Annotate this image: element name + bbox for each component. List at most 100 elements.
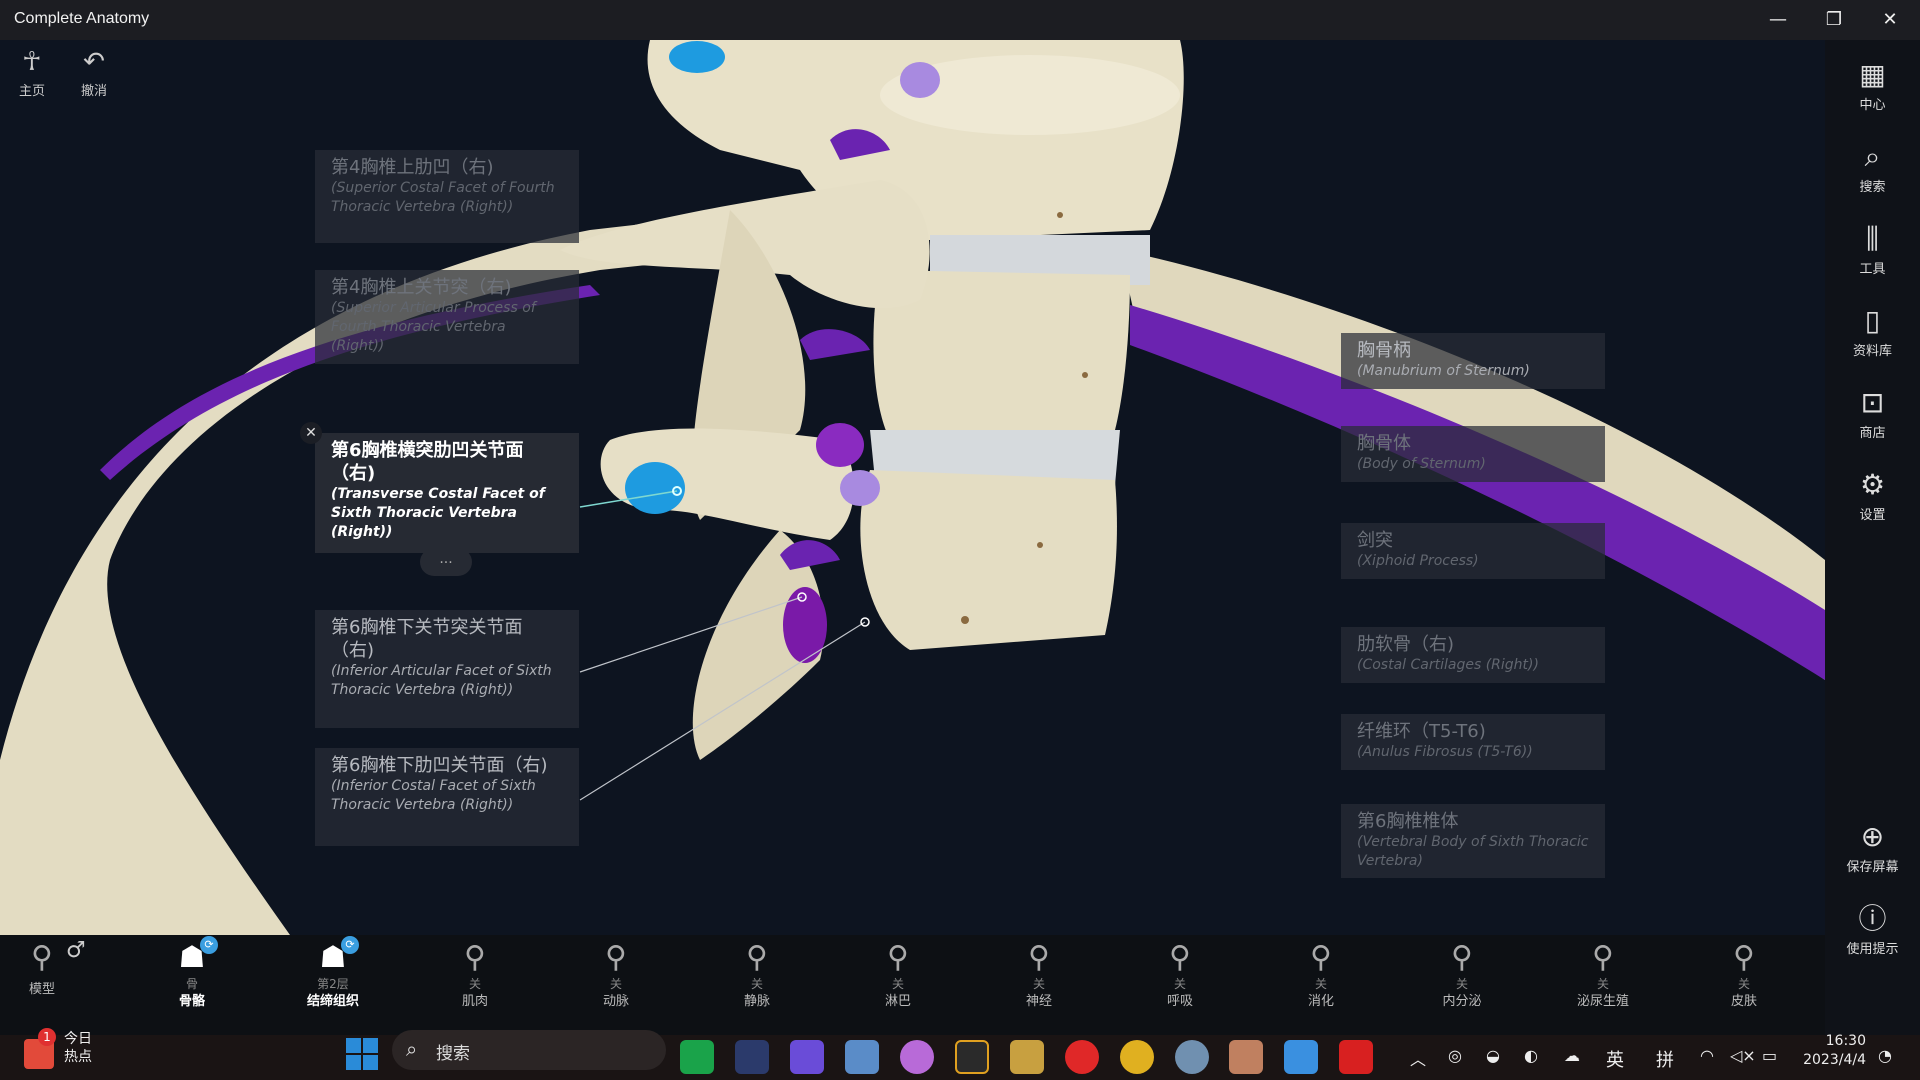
label-zh: 第4胸椎上肋凹（右) [331,157,494,178]
g-app-icon[interactable] [955,1040,989,1074]
center-button[interactable]: ▦ 中心 [1825,58,1920,113]
undo-button[interactable]: ↶ 撤消 [64,44,124,99]
bone-pore [1082,372,1088,378]
3d-viewport[interactable] [0,40,1825,935]
sphere-icon[interactable] [900,1040,934,1074]
layer-veins[interactable]: ⚲ 关 静脉 [717,938,797,1009]
label-inferior-articular-facet-t6[interactable]: 第6胸椎下关节突关节面（右) (Inferior Articular Facet… [315,610,579,728]
home-button[interactable]: ☥ 主页 [2,44,62,99]
layer-muscle[interactable]: ⚲ 关 肌肉 [435,938,515,1009]
label-vertebral-body-t6[interactable]: 第6胸椎椎体 (Vertebral Body of Sixth Thoracic… [1341,804,1605,878]
settings-label: 设置 [1859,508,1886,523]
taskbar-search[interactable]: ⌕ 搜索 [392,1030,666,1070]
news-badge: 1 [38,1028,56,1046]
skin-figure-icon: ⚲ [1733,940,1755,975]
tools-button[interactable]: ⫼ 工具 [1825,222,1920,277]
layer-skeleton[interactable]: ⟳ ☗ 骨 骨骼 [152,936,232,1009]
close-button[interactable]: ✕ [1862,0,1918,40]
green-app-icon[interactable] [680,1040,714,1074]
settings-button[interactable]: ⚙ 设置 [1825,468,1920,523]
label-transverse-costal-facet-t6[interactable]: 第6胸椎横突肋凹关节面（右) (Transverse Costal Facet … [315,433,579,553]
search-button[interactable]: ⌕ 搜索 [1825,140,1920,195]
qq-icon[interactable]: ◐ [1524,1046,1538,1065]
paint-icon[interactable] [1284,1040,1318,1074]
library-icon: ▯ [1864,304,1881,337]
layer-skin[interactable]: ⚲ 关 皮肤 [1704,938,1784,1009]
layer-label: 消化 [1307,994,1334,1009]
label-costal-cartilages[interactable]: 肋软骨（右) (Costal Cartilages (Right)) [1341,627,1605,683]
windows-start-icon[interactable] [346,1038,378,1070]
tips-button[interactable]: ⓘ 使用提示 [1825,902,1920,957]
more-options-button[interactable]: ... [420,548,472,576]
layer-digestive[interactable]: ⚲ 关 消化 [1281,938,1361,1009]
restore-button[interactable]: ❐ [1806,0,1862,40]
label-superior-articular-process-t4[interactable]: 第4胸椎上关节突（右) (Superior Articular Process … [315,270,579,364]
clock-time: 16:30 [1825,1033,1866,1049]
skeleton-figure-icon: ☗ [178,940,206,975]
acrobat-icon[interactable] [1339,1040,1373,1074]
minimize-button[interactable]: — [1750,0,1806,40]
anatomy-model[interactable] [0,40,1825,935]
undo-label: 撤消 [80,84,107,99]
layer-nerves[interactable]: ⚲ 关 神经 [999,938,1079,1009]
search-icon: ⌕ [1864,140,1881,173]
settings-app-icon[interactable] [1175,1040,1209,1074]
label-en: (Inferior Articular Facet of Sixth Thora… [331,663,552,698]
layer-respiratory[interactable]: ⚲ 关 呼吸 [1140,938,1220,1009]
sync-icon: ⟳ [200,936,218,954]
battery-icon[interactable]: ▭ [1762,1046,1777,1065]
lymph-figure-icon: ⚲ [887,940,909,975]
close-label-button[interactable]: ✕ [300,422,322,444]
news-widget[interactable]: 今日 热点 [64,1030,92,1066]
layer-lymph[interactable]: ⚲ 关 淋巴 [858,938,938,1009]
muscle-figure-icon: ⚲ [464,940,486,975]
respiratory-figure-icon: ⚲ [1169,940,1191,975]
league-icon[interactable] [1010,1040,1044,1074]
label-superior-costal-facet-t4[interactable]: 第4胸椎上肋凹（右) (Superior Costal Facet of Fou… [315,150,579,243]
t6-vertebral-body[interactable] [860,470,1117,650]
news-line1: 今日 [64,1031,92,1047]
camera-icon[interactable]: ◎ [1448,1046,1462,1065]
cloud-icon[interactable]: ☁ [1564,1046,1580,1065]
label-xiphoid-process[interactable]: 剑突 (Xiphoid Process) [1341,523,1605,579]
layer-sub: 第2层 [317,977,349,991]
male-symbol-icon[interactable]: ♂ [66,938,86,963]
volume-mute-icon[interactable]: ◁× [1730,1046,1756,1065]
notification-icon[interactable]: ◔ [1878,1046,1892,1065]
layer-urogenital[interactable]: ⚲ 关 泌尿生殖 [1563,938,1643,1009]
shop-button[interactable]: ⊡ 商店 [1825,386,1920,441]
puzzle-icon[interactable] [845,1040,879,1074]
label-en: (Anulus Fibrosus (T5-T6)) [1357,744,1533,760]
cat-icon[interactable]: ◒ [1486,1046,1500,1065]
chrome-icon[interactable] [1120,1040,1154,1074]
layer-connective-tissue[interactable]: ⟳ ☗ 第2层 结缔组织 [293,936,373,1009]
label-manubrium[interactable]: 胸骨柄 (Manubrium of Sternum) [1341,333,1605,389]
clock[interactable]: 16:30 2023/4/4 [1800,1032,1866,1070]
clock-date: 2023/4/4 [1803,1052,1866,1068]
right-toolbar: ▦ 中心 ⌕ 搜索 ⫼ 工具 ▯ 资料库 ⊡ 商店 ⚙ 设置 ⊕ 保存屏幕 ⓘ … [1825,40,1920,1035]
crystal-icon[interactable] [790,1040,824,1074]
label-body-of-sternum[interactable]: 胸骨体 (Body of Sternum) [1341,426,1605,482]
layer-sub: 关 [1314,977,1327,991]
complete-anatomy-icon[interactable] [1229,1040,1263,1074]
steam-like-icon[interactable] [735,1040,769,1074]
label-inferior-costal-facet-t6[interactable]: 第6胸椎下肋凹关节面（右) (Inferior Costal Facet of … [315,748,579,846]
save-screen-button[interactable]: ⊕ 保存屏幕 [1825,820,1920,875]
ime-language[interactable]: 英 [1606,1046,1624,1072]
label-anulus-fibrosus[interactable]: 纤维环（T5-T6) (Anulus Fibrosus (T5-T6)) [1341,714,1605,770]
superior-costal-facet [816,423,864,467]
bone-pore [1037,542,1043,548]
library-button[interactable]: ▯ 资料库 [1825,304,1920,359]
digestive-figure-icon: ⚲ [1310,940,1332,975]
layer-endocrine[interactable]: ⚲ 关 内分泌 [1422,938,1502,1009]
layer-sub: 关 [1032,977,1045,991]
wifi-icon[interactable]: ◠ [1700,1046,1714,1065]
ime-mode[interactable]: 拼 [1656,1046,1674,1072]
chevron-up-icon[interactable]: ︿ [1410,1046,1426,1070]
endocrine-figure-icon: ⚲ [1451,940,1473,975]
layer-arteries[interactable]: ⚲ 关 动脉 [576,938,656,1009]
layer-sub: 骨 [185,977,198,991]
netease-music-icon[interactable] [1065,1040,1099,1074]
layer-label: 泌尿生殖 [1576,994,1629,1009]
library-label: 资料库 [1852,344,1892,359]
